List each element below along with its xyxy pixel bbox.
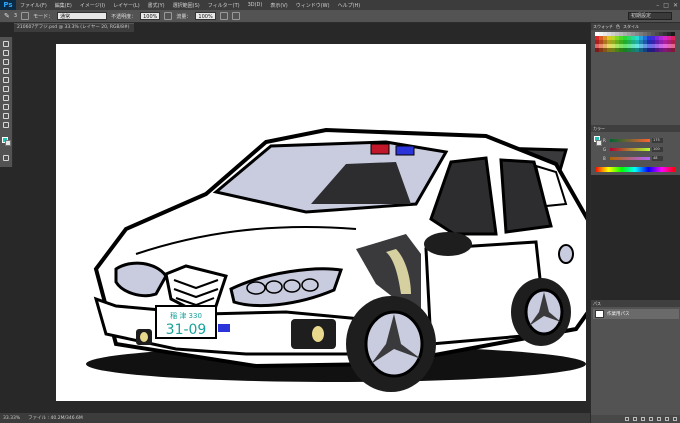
menu-type[interactable]: 書式(Y) [144, 2, 169, 9]
flow-field[interactable]: 100% [195, 12, 216, 20]
color-panel: カラー R 175 G 100 B 48 [591, 125, 680, 175]
slider-b-value[interactable]: 48 [652, 155, 663, 161]
eraser-tool-icon[interactable] [3, 95, 9, 101]
paths-panel: パス 作業用パス [591, 300, 680, 423]
slider-r-value[interactable]: 175 [652, 137, 663, 143]
swatch-cell[interactable] [671, 48, 675, 52]
stroke-path-icon[interactable] [633, 417, 637, 421]
mode-select[interactable]: 通常 [57, 12, 108, 20]
menu-layer[interactable]: レイヤー(L) [109, 2, 144, 9]
color-spectrum-bar[interactable] [595, 167, 675, 172]
make-path-icon[interactable] [649, 417, 653, 421]
blue-light [395, 145, 415, 156]
menu-view[interactable]: 表示(V) [266, 2, 291, 9]
left-fog-light [140, 332, 148, 342]
menu-edit[interactable]: 編集(E) [51, 2, 76, 9]
window-controls: – □ ✕ [656, 0, 678, 10]
opacity-field[interactable]: 100% [140, 12, 161, 20]
screen-mode-icon[interactable] [3, 155, 9, 161]
crop-tool-icon[interactable] [3, 68, 9, 74]
options-bar: ✎ 3 モード： 通常 不透明度： 100% 流量： 100% [0, 10, 680, 23]
mode-label: モード： [33, 13, 54, 20]
pressure-opacity-icon[interactable] [164, 12, 173, 20]
canvas-area[interactable]: 稲 津 330 31-09 [14, 32, 588, 403]
color-slider-r[interactable]: R 175 [603, 137, 663, 143]
slider-g-track[interactable] [610, 147, 650, 151]
move-tool-icon[interactable] [3, 41, 9, 47]
airbrush-icon[interactable] [219, 12, 228, 20]
new-path-icon[interactable] [665, 417, 669, 421]
file-info[interactable]: ファイル : 40.2M/346.6M [28, 415, 83, 421]
brush-tool-icon-side[interactable] [3, 77, 9, 83]
menu-file[interactable]: ファイル(F) [16, 2, 51, 9]
color-panel-bg-swatch[interactable] [596, 140, 602, 146]
minimize-icon[interactable]: – [656, 2, 659, 9]
side-mirror [424, 232, 472, 256]
plate-top-text: 稲 津 330 [170, 311, 202, 320]
status-bar: 33.33% ファイル : 40.2M/346.6M [0, 413, 590, 423]
tab-styles[interactable]: スタイル [623, 24, 639, 30]
paths-panel-tabs: パス [591, 300, 680, 307]
hand-tool-icon[interactable] [3, 122, 9, 128]
panel-dock: スウォッチ 色 スタイル カラー R 175 G 100 B 48 パス 作業用… [590, 23, 680, 423]
brush-size-value[interactable]: 3 [14, 13, 17, 19]
slider-r-track[interactable] [610, 138, 650, 142]
slider-g-value[interactable]: 100 [652, 146, 663, 152]
color-slider-b[interactable]: B 48 [603, 155, 663, 161]
slider-b-track[interactable] [610, 156, 650, 160]
close-icon[interactable]: ✕ [673, 2, 678, 9]
background-color-swatch[interactable] [5, 140, 11, 146]
color-panel-tabs: カラー [591, 125, 680, 132]
fill-path-icon[interactable] [625, 417, 629, 421]
pressure-size-icon[interactable] [231, 12, 240, 20]
stamp-tool-icon[interactable] [3, 86, 9, 92]
workspace-select[interactable]: 初期設定 [628, 12, 672, 20]
plate-number-text: 31-09 [166, 322, 207, 338]
color-slider-g[interactable]: G 100 [603, 146, 663, 152]
path-row[interactable]: 作業用パス [593, 309, 679, 319]
tab-swatches[interactable]: スウォッチ [593, 24, 613, 30]
toolbox [0, 37, 13, 167]
pen-tool-icon[interactable] [3, 104, 9, 110]
flow-label: 流量： [176, 13, 192, 20]
brush-panel-icon[interactable] [21, 12, 30, 20]
document-tab[interactable]: 210607デフジ.psd @ 33.3% (レイヤー 20, RGB/8#) [14, 23, 134, 32]
menu-filter[interactable]: フィルター(T) [204, 2, 244, 9]
panel-empty-area [591, 175, 680, 300]
paths-footer [591, 415, 680, 423]
delete-path-icon[interactable] [673, 417, 677, 421]
swatches-panel-tabs: スウォッチ 色 スタイル [591, 23, 680, 30]
left-headlight [114, 261, 168, 298]
menu-3d[interactable]: 3D(D) [244, 2, 267, 8]
zoom-level[interactable]: 33.33% [3, 416, 20, 421]
menu-help[interactable]: ヘルプ(H) [334, 2, 365, 9]
tab-color-alt[interactable]: 色 [616, 24, 620, 30]
tail-light [558, 244, 574, 264]
menu-select[interactable]: 選択範囲(S) [169, 2, 204, 9]
marquee-tool-icon[interactable] [3, 50, 9, 56]
menu-window[interactable]: ウィンドウ(W) [292, 2, 334, 9]
opacity-label: 不透明度： [111, 13, 137, 20]
photoshop-logo[interactable]: Ps [0, 0, 16, 10]
brush-tool-icon[interactable]: ✎ [4, 12, 10, 20]
tab-paths[interactable]: パス [593, 301, 601, 307]
menu-bar: Ps ファイル(F) 編集(E) イメージ(I) レイヤー(L) 書式(Y) 選… [0, 0, 680, 10]
document-canvas[interactable]: 稲 津 330 31-09 [56, 44, 586, 401]
lasso-tool-icon[interactable] [3, 59, 9, 65]
car-illustration: 稲 津 330 31-09 [86, 127, 586, 392]
path-thumbnail [595, 310, 604, 318]
swatch-grid[interactable] [591, 30, 680, 52]
load-selection-icon[interactable] [641, 417, 645, 421]
bumper-blue-marker [218, 324, 230, 332]
path-name: 作業用パス [607, 312, 630, 317]
maximize-icon[interactable]: □ [663, 2, 669, 9]
red-light [370, 143, 390, 155]
right-fog-light [312, 326, 324, 342]
add-mask-icon[interactable] [657, 417, 661, 421]
menu-image[interactable]: イメージ(I) [76, 2, 109, 9]
tab-color[interactable]: カラー [593, 126, 605, 132]
type-tool-icon[interactable] [3, 113, 9, 119]
